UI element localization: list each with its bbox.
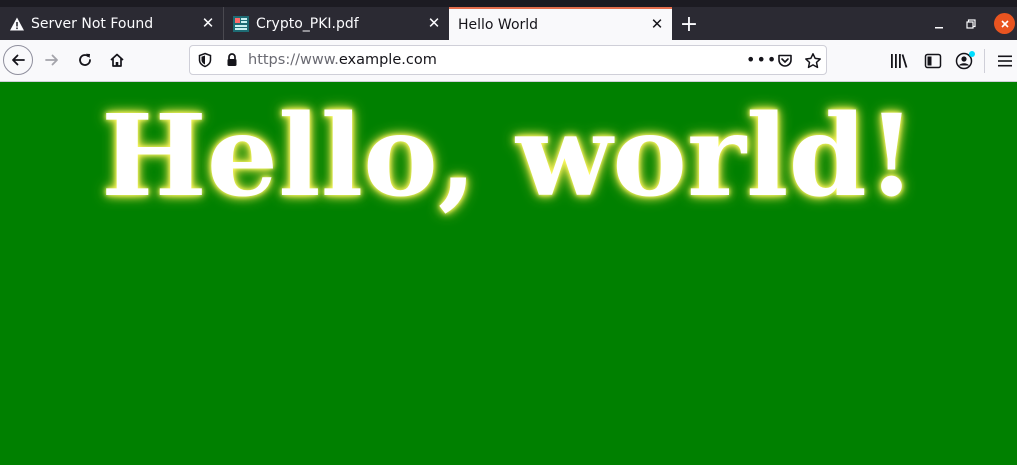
address-bar[interactable]: https://www.example.com ••• bbox=[189, 45, 827, 75]
page-headline: Hello, world! bbox=[100, 91, 916, 222]
arrow-left-icon bbox=[12, 54, 25, 66]
forward-button[interactable] bbox=[39, 47, 65, 73]
close-tab-icon[interactable]: ✕ bbox=[199, 14, 217, 32]
home-icon bbox=[110, 53, 124, 67]
title-strip bbox=[0, 0, 1017, 7]
pdf-file-icon bbox=[232, 15, 250, 33]
tab-hello-world[interactable]: Hello World ✕ bbox=[449, 7, 672, 40]
page-content: Hello, world! bbox=[0, 82, 1017, 465]
url-text[interactable]: https://www.example.com bbox=[248, 52, 437, 68]
close-tab-icon[interactable]: ✕ bbox=[425, 14, 443, 32]
navigation-toolbar: https://www.example.com ••• bbox=[0, 40, 1017, 82]
page-actions-more-icon[interactable]: ••• bbox=[746, 50, 777, 69]
lock-icon[interactable] bbox=[224, 52, 240, 68]
tab-bar: Server Not Found ✕ Crypto_PKI.pdf ✕ Hell… bbox=[0, 7, 1017, 40]
restore-window-icon[interactable] bbox=[960, 7, 982, 40]
warning-icon bbox=[9, 16, 25, 32]
library-button[interactable] bbox=[888, 51, 910, 71]
hamburger-menu-icon bbox=[998, 55, 1012, 67]
home-button[interactable] bbox=[104, 47, 130, 73]
menu-button[interactable] bbox=[994, 51, 1016, 71]
toolbar-separator bbox=[984, 49, 985, 73]
pocket-icon[interactable] bbox=[776, 52, 794, 70]
minimize-window-icon[interactable] bbox=[928, 7, 950, 40]
arrow-right-icon bbox=[45, 54, 58, 66]
tab-title: Server Not Found bbox=[31, 15, 154, 32]
tracking-protection-shield-icon[interactable] bbox=[197, 52, 213, 68]
account-button[interactable] bbox=[954, 50, 976, 72]
bookmark-star-icon[interactable] bbox=[804, 52, 822, 70]
new-tab-button[interactable]: + bbox=[678, 12, 700, 37]
account-icon bbox=[955, 51, 975, 70]
sidebar-toggle-button[interactable] bbox=[922, 51, 944, 71]
library-icon bbox=[891, 54, 908, 68]
close-window-icon[interactable] bbox=[994, 13, 1015, 34]
reload-icon bbox=[79, 53, 91, 66]
reload-button[interactable] bbox=[72, 47, 98, 73]
url-host: example.com bbox=[338, 52, 437, 68]
back-button[interactable] bbox=[3, 45, 33, 75]
tab-crypto-pki-pdf[interactable]: Crypto_PKI.pdf ✕ bbox=[224, 7, 449, 40]
tab-title: Crypto_PKI.pdf bbox=[256, 15, 359, 32]
tab-server-not-found[interactable]: Server Not Found ✕ bbox=[0, 7, 224, 40]
tab-title: Hello World bbox=[458, 16, 539, 33]
sidebar-icon bbox=[924, 53, 942, 69]
close-tab-icon[interactable]: ✕ bbox=[648, 15, 666, 33]
url-scheme: https://www. bbox=[248, 52, 339, 68]
